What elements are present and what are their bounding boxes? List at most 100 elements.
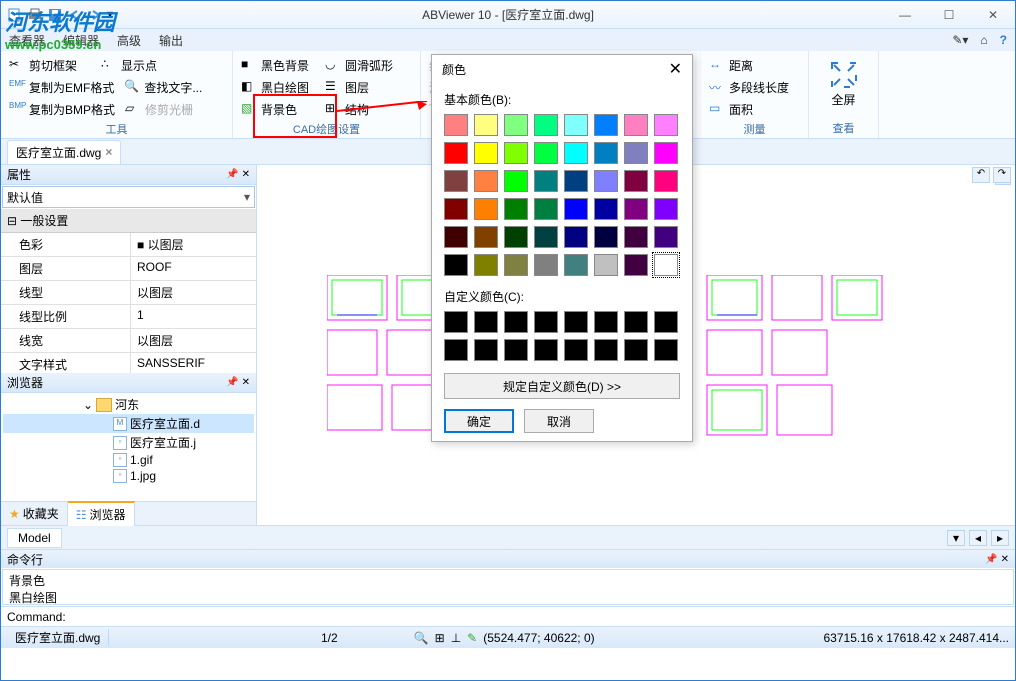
basic-color-cell[interactable] — [654, 142, 678, 164]
basic-color-cell[interactable] — [444, 226, 468, 248]
basic-color-cell[interactable] — [504, 142, 528, 164]
trim-raster-button[interactable]: 修剪光栅 — [145, 101, 193, 118]
section-general[interactable]: ⊟ 一般设置 — [1, 209, 256, 233]
custom-color-cell[interactable] — [594, 339, 618, 361]
basic-color-cell[interactable] — [534, 226, 558, 248]
basic-color-cell[interactable] — [654, 170, 678, 192]
basic-color-cell[interactable] — [444, 254, 468, 276]
tab-favorites[interactable]: ★收藏夹 — [1, 502, 68, 525]
basic-color-cell[interactable] — [504, 226, 528, 248]
basic-color-cell[interactable] — [474, 198, 498, 220]
custom-color-cell[interactable] — [564, 311, 588, 333]
bw-draw-button[interactable]: 黑白绘图 — [261, 79, 309, 96]
maximize-button[interactable]: ☐ — [927, 1, 971, 29]
tab-advanced[interactable]: 高级 — [117, 32, 141, 49]
basic-color-cell[interactable] — [444, 198, 468, 220]
polar-icon[interactable]: ✎ — [467, 631, 477, 645]
tab-editor[interactable]: 编辑器 — [63, 32, 99, 49]
custom-color-cell[interactable] — [474, 311, 498, 333]
custom-color-cell[interactable] — [564, 339, 588, 361]
edit-options-icon[interactable]: ✎▾ — [952, 33, 968, 47]
tab-output[interactable]: 输出 — [159, 32, 183, 49]
zoom-icon[interactable]: 🔍 — [414, 631, 429, 645]
custom-color-cell[interactable] — [504, 311, 528, 333]
black-bg-button[interactable]: 黑色背景 — [261, 57, 309, 74]
custom-color-cell[interactable] — [444, 311, 468, 333]
basic-color-cell[interactable] — [654, 114, 678, 136]
basic-color-cell[interactable] — [654, 226, 678, 248]
basic-color-cell[interactable] — [474, 142, 498, 164]
custom-color-cell[interactable] — [624, 339, 648, 361]
basic-color-cell[interactable] — [564, 198, 588, 220]
tree-file-jpg[interactable]: ▫医疗室立面.j — [3, 433, 254, 452]
custom-color-cell[interactable] — [624, 311, 648, 333]
structure-button[interactable]: 结构 — [345, 101, 369, 118]
basic-color-cell[interactable] — [594, 198, 618, 220]
home-icon[interactable]: ⌂ — [980, 33, 987, 47]
tab-browser[interactable]: ☷浏览器 — [68, 501, 135, 526]
snap-icon[interactable]: ⊞ — [435, 631, 445, 645]
document-tab[interactable]: 医疗室立面.dwg × — [7, 140, 121, 164]
tree-file-jpg2[interactable]: ▫1.jpg — [3, 468, 254, 484]
show-points-button[interactable]: 显示点 — [121, 57, 157, 74]
basic-color-cell[interactable] — [534, 254, 558, 276]
custom-color-cell[interactable] — [534, 311, 558, 333]
basic-color-cell[interactable] — [534, 170, 558, 192]
define-custom-button[interactable]: 规定自定义颜色(D) >> — [444, 373, 680, 399]
basic-color-cell[interactable] — [624, 254, 648, 276]
basic-color-cell[interactable] — [624, 142, 648, 164]
basic-color-cell[interactable] — [624, 170, 648, 192]
custom-color-cell[interactable] — [654, 339, 678, 361]
pin-icon[interactable]: 📌 ✕ — [226, 377, 250, 388]
fullscreen-button[interactable]: 全屏 — [817, 55, 870, 112]
help-icon[interactable]: ? — [1000, 33, 1007, 47]
basic-color-cell[interactable] — [474, 170, 498, 192]
undo-icon[interactable]: ↶ — [972, 167, 990, 183]
model-tab[interactable]: Model — [7, 528, 62, 548]
basic-color-cell[interactable] — [444, 142, 468, 164]
custom-color-cell[interactable] — [474, 339, 498, 361]
basic-color-cell[interactable] — [564, 142, 588, 164]
custom-color-cell[interactable] — [654, 311, 678, 333]
qat-print-icon[interactable] — [27, 7, 43, 23]
pin-icon[interactable]: 📌 ✕ — [985, 554, 1009, 565]
qat-redo-icon[interactable] — [87, 7, 103, 23]
dialog-close-button[interactable]: ✕ — [669, 59, 682, 79]
basic-color-cell[interactable] — [534, 142, 558, 164]
default-combo[interactable]: 默认值 ▾ — [2, 186, 255, 208]
ortho-icon[interactable]: ⊥ — [451, 631, 461, 645]
basic-color-cell[interactable] — [594, 254, 618, 276]
clip-frame-button[interactable]: 剪切框架 — [29, 57, 77, 74]
model-prev[interactable]: ◂ — [969, 530, 987, 546]
model-dropdown[interactable]: ▾ — [947, 530, 965, 546]
close-button[interactable]: ✕ — [971, 1, 1015, 29]
basic-color-cell[interactable] — [564, 254, 588, 276]
minimize-button[interactable]: — — [883, 1, 927, 29]
basic-color-cell[interactable] — [534, 198, 558, 220]
basic-color-cell[interactable] — [504, 254, 528, 276]
redo-icon[interactable]: ↷ — [993, 167, 1011, 183]
close-tab-icon[interactable]: × — [105, 145, 112, 159]
custom-color-cell[interactable] — [594, 311, 618, 333]
ok-button[interactable]: 确定 — [444, 409, 514, 433]
copy-emf-button[interactable]: 复制为EMF格式 — [29, 79, 114, 96]
model-next[interactable]: ▸ — [991, 530, 1009, 546]
cancel-button[interactable]: 取消 — [524, 409, 594, 433]
qat-undo-icon[interactable] — [67, 7, 83, 23]
basic-color-cell[interactable] — [624, 226, 648, 248]
basic-color-cell[interactable] — [474, 114, 498, 136]
tab-viewer[interactable]: 查看器 — [9, 32, 45, 49]
basic-color-cell[interactable] — [624, 114, 648, 136]
find-text-button[interactable]: 查找文字... — [144, 79, 202, 96]
basic-color-cell[interactable] — [654, 254, 678, 276]
basic-color-cell[interactable] — [504, 198, 528, 220]
custom-color-cell[interactable] — [504, 339, 528, 361]
basic-color-cell[interactable] — [474, 254, 498, 276]
basic-color-cell[interactable] — [594, 114, 618, 136]
basic-color-cell[interactable] — [444, 170, 468, 192]
basic-color-cell[interactable] — [654, 198, 678, 220]
basic-color-cell[interactable] — [594, 142, 618, 164]
command-input[interactable] — [70, 610, 1009, 624]
basic-color-cell[interactable] — [594, 170, 618, 192]
basic-color-cell[interactable] — [564, 114, 588, 136]
